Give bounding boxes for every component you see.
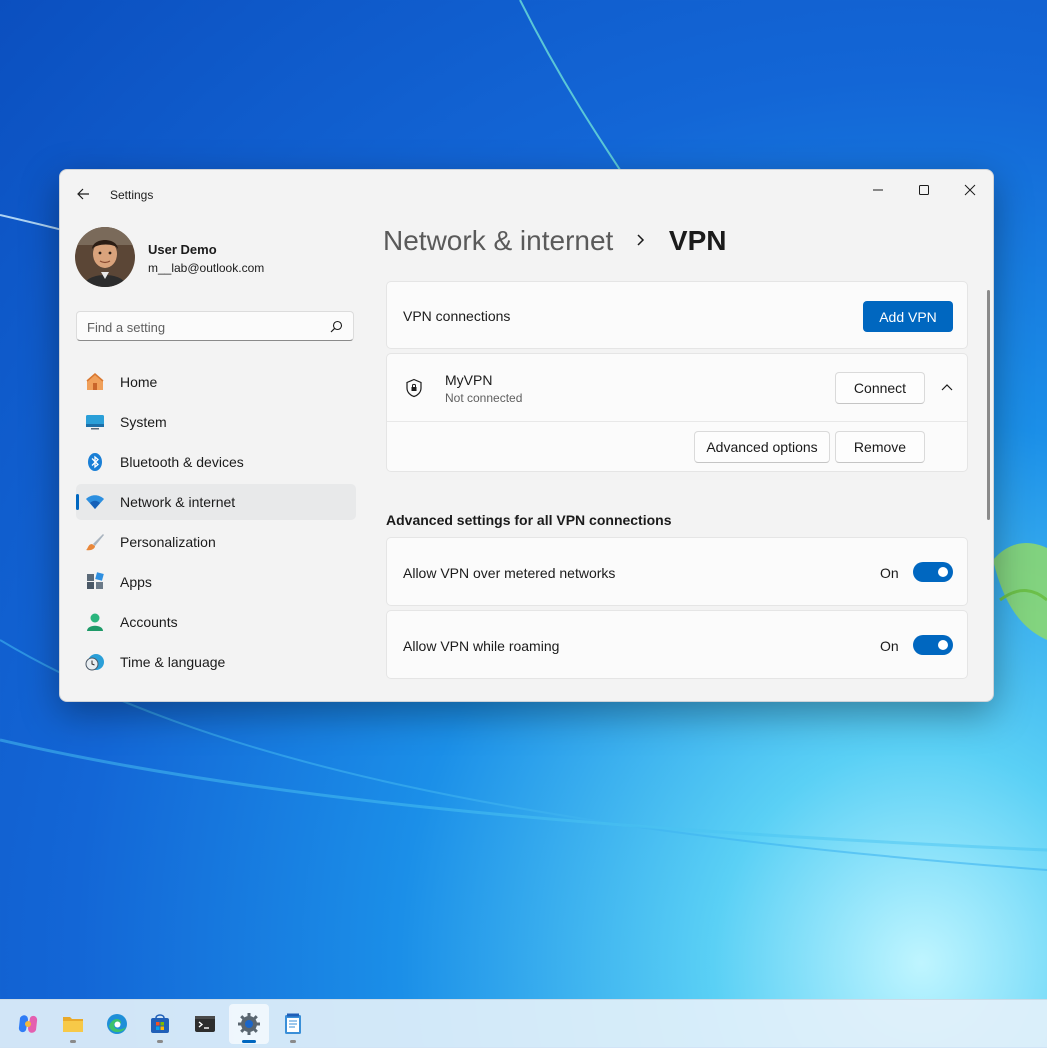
sidebar-item-label: Network & internet: [120, 494, 236, 510]
sidebar-item-label: Bluetooth & devices: [120, 454, 244, 470]
breadcrumb-parent[interactable]: Network & internet: [383, 225, 613, 256]
running-indicator: [290, 1040, 296, 1043]
accounts-icon: [87, 613, 103, 631]
toggle-state-label: On: [880, 638, 899, 654]
system-icon: [86, 415, 104, 430]
sidebar-item-network[interactable]: Network & internet: [76, 484, 356, 520]
settings-icon: [238, 1013, 260, 1035]
minimize-button[interactable]: [858, 174, 898, 206]
section-heading: Advanced settings for all VPN connection…: [386, 512, 672, 528]
close-icon: [964, 184, 976, 196]
store-icon: [151, 1014, 169, 1033]
minimize-icon: [873, 189, 883, 191]
avatar[interactable]: [75, 227, 135, 287]
toggle-state-label: On: [880, 565, 899, 581]
setting-label: Allow VPN over metered networks: [403, 565, 616, 581]
sidebar-item-label: System: [120, 414, 167, 430]
bluetooth-icon: [88, 453, 102, 471]
copilot-icon: [18, 1015, 38, 1033]
sidebar-item-bluetooth[interactable]: Bluetooth & devices: [76, 444, 356, 480]
taskbar: [0, 999, 1047, 1048]
sidebar-item-label: Time & language: [120, 654, 226, 670]
running-indicator: [242, 1040, 256, 1043]
taskbar-terminal[interactable]: [185, 1004, 225, 1044]
vpn-name: MyVPN: [445, 372, 493, 388]
running-indicator: [70, 1040, 76, 1043]
back-button[interactable]: [72, 182, 96, 206]
user-name: User Demo: [148, 242, 217, 257]
active-indicator: [76, 494, 79, 510]
sidebar-item-label: Accounts: [120, 614, 178, 630]
setting-label: Allow VPN while roaming: [403, 638, 560, 654]
running-indicator: [157, 1040, 163, 1043]
file-explorer-icon: [63, 1017, 83, 1032]
brush-icon: [86, 534, 104, 551]
vpn-connections-label: VPN connections: [403, 308, 511, 324]
roaming-setting-card: Allow VPN while roaming On: [386, 610, 968, 679]
maximize-icon: [919, 185, 929, 195]
toggle-knob: [938, 640, 948, 650]
sidebar-item-label: Home: [120, 374, 158, 390]
search-box[interactable]: [76, 311, 354, 342]
roaming-toggle[interactable]: [913, 635, 953, 655]
sidebar-item-personalization[interactable]: Personalization: [76, 524, 356, 560]
vpn-status: Not connected: [445, 391, 523, 405]
taskbar-copilot[interactable]: [8, 1004, 48, 1044]
sidebar-item-home[interactable]: Home: [76, 364, 356, 400]
search-input[interactable]: [77, 312, 329, 342]
vpn-connections-card: VPN connections Add VPN: [386, 281, 968, 349]
remove-button[interactable]: Remove: [835, 431, 925, 463]
collapse-button[interactable]: [934, 374, 960, 402]
taskbar-edge[interactable]: [97, 1004, 137, 1044]
sidebar-item-label: Personalization: [120, 534, 216, 550]
connect-button[interactable]: Connect: [835, 372, 925, 404]
sidebar-item-accounts[interactable]: Accounts: [76, 604, 356, 640]
home-icon: [86, 373, 104, 390]
user-email: m__lab@outlook.com: [148, 261, 265, 275]
breadcrumb: Network & internet VPN: [383, 225, 726, 257]
taskbar-settings[interactable]: [229, 1004, 269, 1044]
app-title: Settings: [110, 188, 154, 202]
edge-icon: [107, 1014, 127, 1034]
scrollbar[interactable]: [987, 290, 990, 520]
advanced-options-button[interactable]: Advanced options: [694, 431, 830, 463]
apps-icon: [87, 572, 104, 589]
taskbar-store[interactable]: [140, 1004, 180, 1044]
divider: [387, 421, 967, 422]
chevron-up-icon: [941, 384, 953, 391]
terminal-icon: [195, 1016, 215, 1032]
page-title: VPN: [668, 225, 727, 256]
wifi-icon: [86, 495, 104, 509]
settings-window: Settings User Demo m__lab@outlook.com Fi…: [59, 169, 994, 702]
taskbar-file-explorer[interactable]: [53, 1004, 93, 1044]
sidebar-item-system[interactable]: System: [76, 404, 356, 440]
notepad-icon: [285, 1013, 301, 1034]
close-button[interactable]: [950, 174, 990, 206]
sidebar-item-apps[interactable]: Apps: [76, 564, 356, 600]
metered-setting-card: Allow VPN over metered networks On: [386, 537, 968, 606]
arrow-left-icon: [77, 188, 89, 200]
shield-lock-icon: [406, 378, 422, 398]
maximize-button[interactable]: [904, 174, 944, 206]
clock-globe-icon: [85, 654, 104, 671]
vpn-connection-card: MyVPN Not connected Connect Advanced opt…: [386, 353, 968, 472]
title-bar: Settings: [60, 170, 993, 216]
sidebar-item-label: Apps: [120, 574, 152, 590]
toggle-knob: [938, 567, 948, 577]
metered-toggle[interactable]: [913, 562, 953, 582]
sidebar-item-time-language[interactable]: Time & language: [76, 644, 356, 680]
taskbar-notepad[interactable]: [273, 1004, 313, 1044]
add-vpn-button[interactable]: Add VPN: [863, 301, 953, 332]
user-avatar-icon: [75, 227, 135, 287]
chevron-right-icon: [637, 234, 645, 246]
search-icon[interactable]: [330, 320, 343, 333]
sidebar-nav: Home System Bluetooth & devices Network: [76, 364, 356, 684]
